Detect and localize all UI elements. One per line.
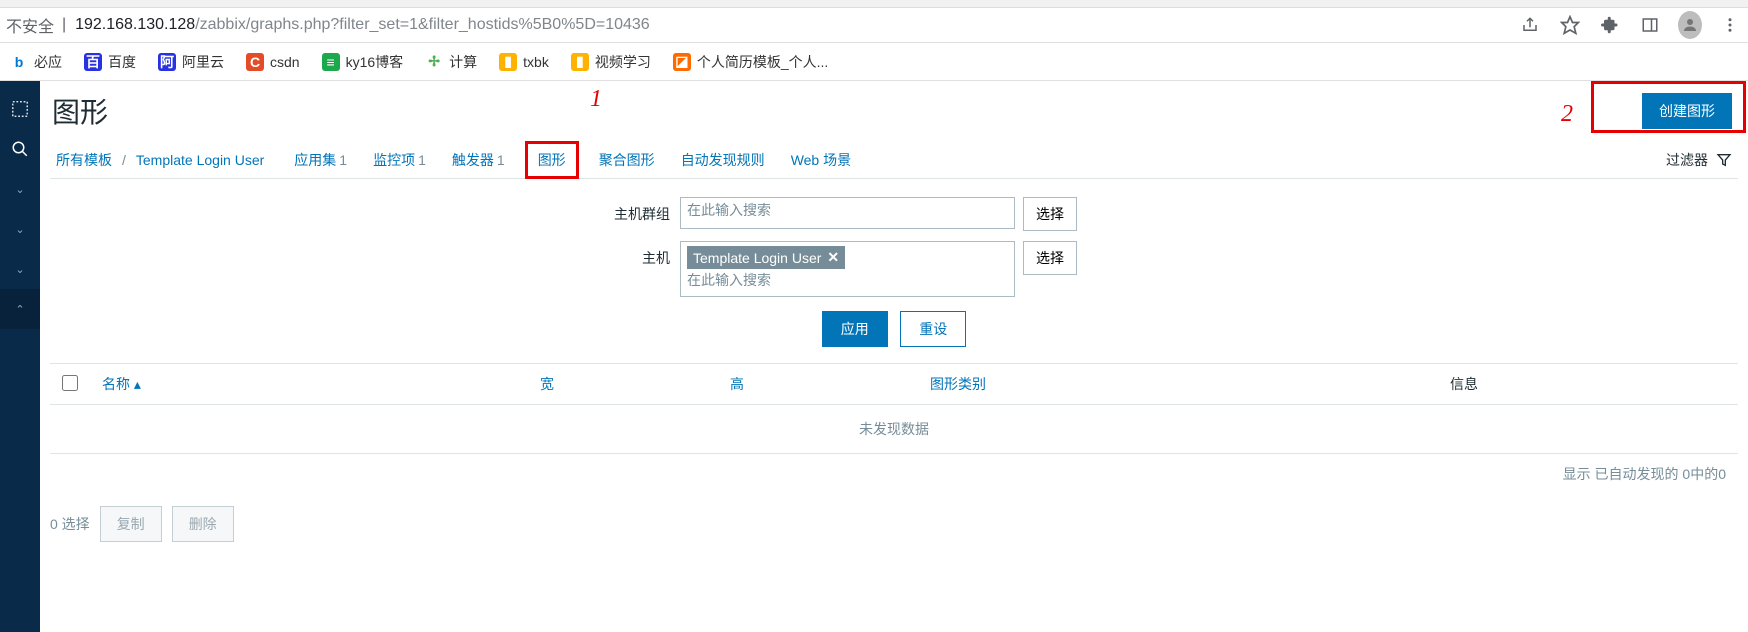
hostgroup-input[interactable] [687,202,1008,218]
delete-button[interactable]: 删除 [172,506,234,542]
table-summary: 显示 已自动发现的 0中的0 [50,454,1738,494]
hostgroup-select-button[interactable]: 选择 [1023,197,1077,231]
profile-avatar[interactable] [1678,13,1702,37]
graphs-table: 名称 ▴ 宽 高 图形类别 信息 未发现数据 [50,364,1738,454]
breadcrumb-template[interactable]: Template Login User [130,143,270,177]
tab-applications[interactable]: 应用集1 [288,141,353,179]
col-type[interactable]: 图形类别 [918,364,1438,405]
filter-toggle[interactable]: 过滤器 [1660,150,1738,170]
tab-screens[interactable]: 聚合图形 [593,141,661,179]
hostgroup-multiselect[interactable] [680,197,1015,229]
bookmark-item[interactable]: ▮视频学习 [571,52,651,72]
sidebar-expand[interactable]: ⌃ [0,289,40,329]
menu-dots-icon[interactable] [1718,13,1742,37]
extensions-icon[interactable] [1598,13,1622,37]
host-select-button[interactable]: 选择 [1023,241,1077,275]
url-text[interactable]: 192.168.130.128/zabbix/graphs.php?filter… [75,16,650,34]
bookmark-item[interactable]: b必应 [10,52,62,72]
sidebar-collapse-1[interactable]: ⌄ [0,169,40,209]
bookmark-item[interactable]: ◪个人简历模板_个人... [673,52,828,72]
selected-count: 0 选择 [50,514,90,534]
share-icon[interactable] [1518,13,1542,37]
hostgroup-label: 主机群组 [50,197,680,224]
host-multiselect[interactable]: Template Login User ✕ [680,241,1015,297]
copy-button[interactable]: 复制 [100,506,162,542]
insecure-label: 不安全 [6,13,54,37]
tab-graphs[interactable]: 图形 [525,141,579,179]
annotation-1: 1 [590,86,602,113]
bookmarks-bar: b必应 百百度 阿阿里云 Ccsdn ≡ky16博客 ✢计算 ▮txbk ▮视频学习 ◪个人简历… [0,43,1748,81]
bookmark-item[interactable]: 阿阿里云 [158,52,224,72]
filter-label: 过滤器 [1666,150,1708,170]
reset-button[interactable]: 重设 [900,311,966,347]
apply-button[interactable]: 应用 [822,311,888,347]
annotation-2: 2 [1561,101,1573,128]
tab-discovery[interactable]: 自动发现规则 [675,141,771,179]
filter-panel: 主机群组 选择 主机 Template Login User ✕ 选择 [50,179,1738,364]
panel-icon[interactable] [1638,13,1662,37]
tab-items[interactable]: 监控项1 [367,141,432,179]
sidebar-collapse-2[interactable]: ⌄ [0,209,40,249]
col-height[interactable]: 高 [718,364,918,405]
host-tag-remove[interactable]: ✕ [827,249,839,266]
breadcrumb-all-templates[interactable]: 所有模板 [50,141,118,179]
bookmark-item[interactable]: ▮txbk [499,53,549,71]
address-bar: 不安全 | 192.168.130.128/zabbix/graphs.php?… [0,8,1748,43]
bookmark-item[interactable]: 百百度 [84,52,136,72]
filter-icon [1716,152,1732,168]
host-tag: Template Login User ✕ [687,246,845,269]
sidebar: ⌄ ⌄ ⌄ ⌃ [0,81,40,632]
page-title: 图形 [50,91,1642,131]
tab-triggers[interactable]: 触发器1 [446,141,511,179]
tab-web[interactable]: Web 场景 [785,141,857,179]
col-name[interactable]: 名称 ▴ [90,364,528,405]
bookmark-item[interactable]: ✢计算 [425,52,477,72]
select-all-checkbox[interactable] [62,375,78,391]
host-label: 主机 [50,241,680,268]
annotation-box-2 [1591,81,1746,133]
col-width[interactable]: 宽 [528,364,718,405]
col-info: 信息 [1438,364,1738,405]
host-input[interactable] [687,272,1008,288]
search-icon[interactable] [0,129,40,169]
sidebar-collapse-3[interactable]: ⌄ [0,249,40,289]
breadcrumb-tabs: 所有模板 / Template Login User 应用集1 监控项1 触发器… [50,141,1738,179]
bookmark-item[interactable]: ≡ky16博客 [322,52,404,72]
bookmark-item[interactable]: Ccsdn [246,53,300,71]
sidebar-logo[interactable] [0,89,40,129]
table-empty: 未发现数据 [50,405,1738,454]
star-icon[interactable] [1558,13,1582,37]
